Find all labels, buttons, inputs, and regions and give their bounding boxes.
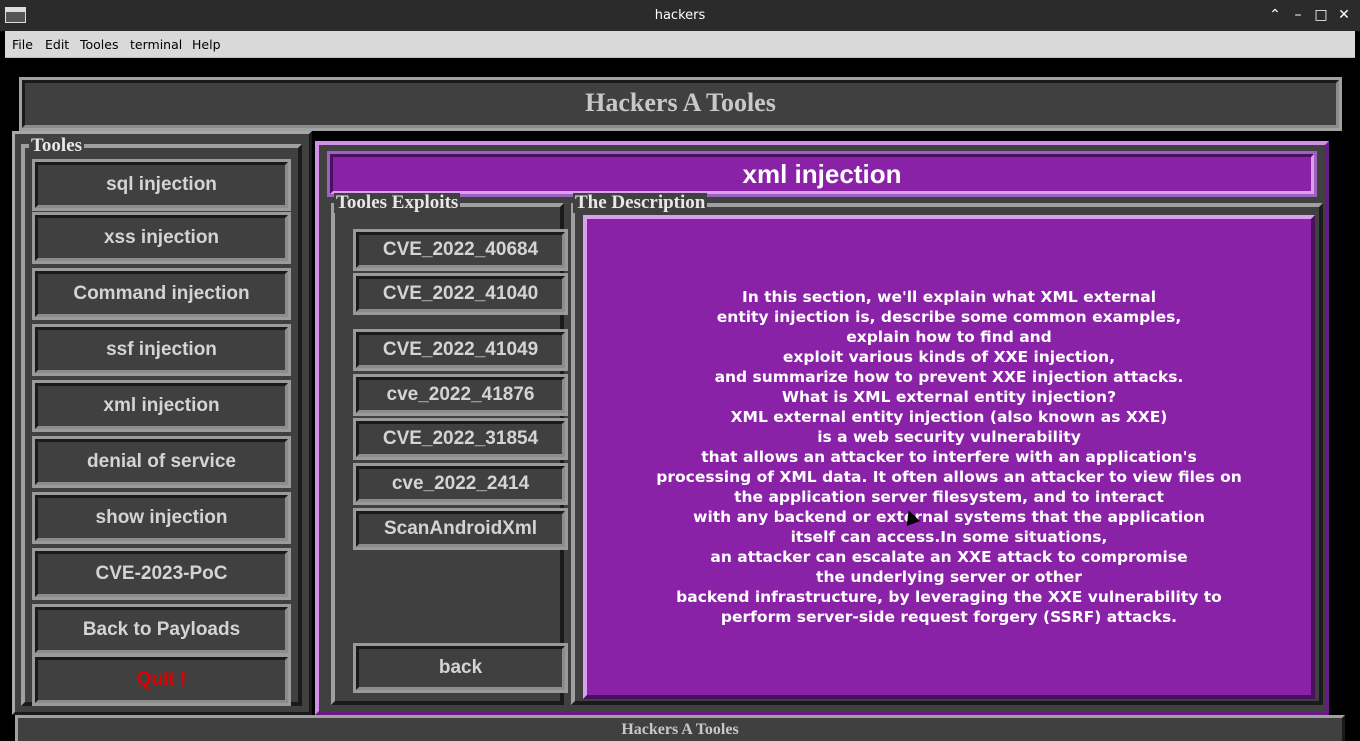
status-footer: Hackers A Tooles <box>15 715 1345 741</box>
menu-edit[interactable]: Edit <box>45 37 69 52</box>
exploit-button-cve-2022-31854[interactable]: CVE_2022_31854 <box>353 418 568 460</box>
xss-injection-button[interactable]: xss injection <box>32 212 291 264</box>
app-header: Hackers A Tooles <box>19 77 1342 131</box>
description-box: In this section, we'll explain what XML … <box>583 215 1315 699</box>
sql-injection-button[interactable]: sql injection <box>32 159 291 211</box>
exploits-legend: Tooles Exploits <box>334 192 461 213</box>
xml-injection-button[interactable]: xml injection <box>32 380 291 432</box>
button-label: CVE_2022_41040 <box>356 276 565 312</box>
button-label: show injection <box>35 495 288 541</box>
ssf-injection-button[interactable]: ssf injection <box>32 324 291 376</box>
button-label: sql injection <box>35 162 288 208</box>
quit-button[interactable]: Quit ! <box>32 654 291 706</box>
exploits-frame: CVE_2022_40684 CVE_2022_41040 CVE_2022_4… <box>331 203 568 705</box>
exploit-button-cve-2022-41049[interactable]: CVE_2022_41049 <box>353 329 568 371</box>
tools-legend: Tooles <box>29 135 85 156</box>
exploit-button-cve-2022-41876[interactable]: cve_2022_41876 <box>353 374 568 416</box>
description-frame: In this section, we'll explain what XML … <box>571 203 1323 705</box>
back-to-payloads-button[interactable]: Back to Payloads <box>32 604 291 656</box>
menu-file[interactable]: File <box>12 37 33 52</box>
button-label: ssf injection <box>35 327 288 373</box>
button-label: Back to Payloads <box>35 607 288 653</box>
denial-of-service-button[interactable]: denial of service <box>32 436 291 488</box>
menu-terminal[interactable]: terminal <box>130 37 182 52</box>
button-label: ScanAndroidXml <box>356 511 565 547</box>
menu-tooles[interactable]: Tooles <box>80 37 118 52</box>
back-button[interactable]: back <box>353 643 568 693</box>
button-label: CVE_2022_31854 <box>356 421 565 457</box>
window-titlebar[interactable]: hackers ⌃ – □ ✕ <box>0 0 1360 31</box>
window-title: hackers <box>654 8 706 23</box>
button-label: xml injection <box>35 383 288 429</box>
button-label: denial of service <box>35 439 288 485</box>
app-header-title: Hackers A Tooles <box>22 80 1339 128</box>
cve-2023-poc-button[interactable]: CVE-2023-PoC <box>32 548 291 600</box>
button-label: back <box>356 646 565 690</box>
button-label: xss injection <box>35 215 288 261</box>
button-label: cve_2022_2414 <box>356 466 565 502</box>
button-label: cve_2022_41876 <box>356 377 565 413</box>
close-icon[interactable]: ✕ <box>1334 5 1354 25</box>
maximize-icon[interactable]: □ <box>1311 5 1331 25</box>
button-label: CVE-2023-PoC <box>35 551 288 597</box>
menu-help[interactable]: Help <box>192 37 221 52</box>
description-text: In this section, we'll explain what XML … <box>656 288 1242 626</box>
menu-bar: File Edit Tooles terminal Help <box>5 31 1355 58</box>
exploit-button-cve-2022-2414[interactable]: cve_2022_2414 <box>353 463 568 505</box>
section-title: xml injection <box>327 151 1317 197</box>
app-body: Hackers A Tooles Tooles sql injection xs… <box>5 59 1355 741</box>
section-title-text: xml injection <box>330 154 1314 194</box>
show-injection-button[interactable]: show injection <box>32 492 291 544</box>
tools-panel: Tooles sql injection xss injection Comma… <box>12 131 312 715</box>
exploit-button-cve-2022-40684[interactable]: CVE_2022_40684 <box>353 229 568 271</box>
exploit-button-scan-android-xml[interactable]: ScanAndroidXml <box>353 508 568 550</box>
button-label: CVE_2022_41049 <box>356 332 565 368</box>
exploit-button-cve-2022-41040[interactable]: CVE_2022_41040 <box>353 273 568 315</box>
minimize-icon[interactable]: – <box>1288 5 1308 25</box>
content-frame: xml injection CVE_2022_40684 CVE_2022_41… <box>315 141 1329 715</box>
chevron-up-icon[interactable]: ⌃ <box>1265 5 1285 25</box>
button-label: Command injection <box>35 271 288 317</box>
button-label: Quit ! <box>35 657 288 703</box>
content-panel: xml injection CVE_2022_40684 CVE_2022_41… <box>312 131 1348 715</box>
description-legend: The Description <box>573 192 708 213</box>
button-label: CVE_2022_40684 <box>356 232 565 268</box>
command-injection-button[interactable]: Command injection <box>32 268 291 320</box>
